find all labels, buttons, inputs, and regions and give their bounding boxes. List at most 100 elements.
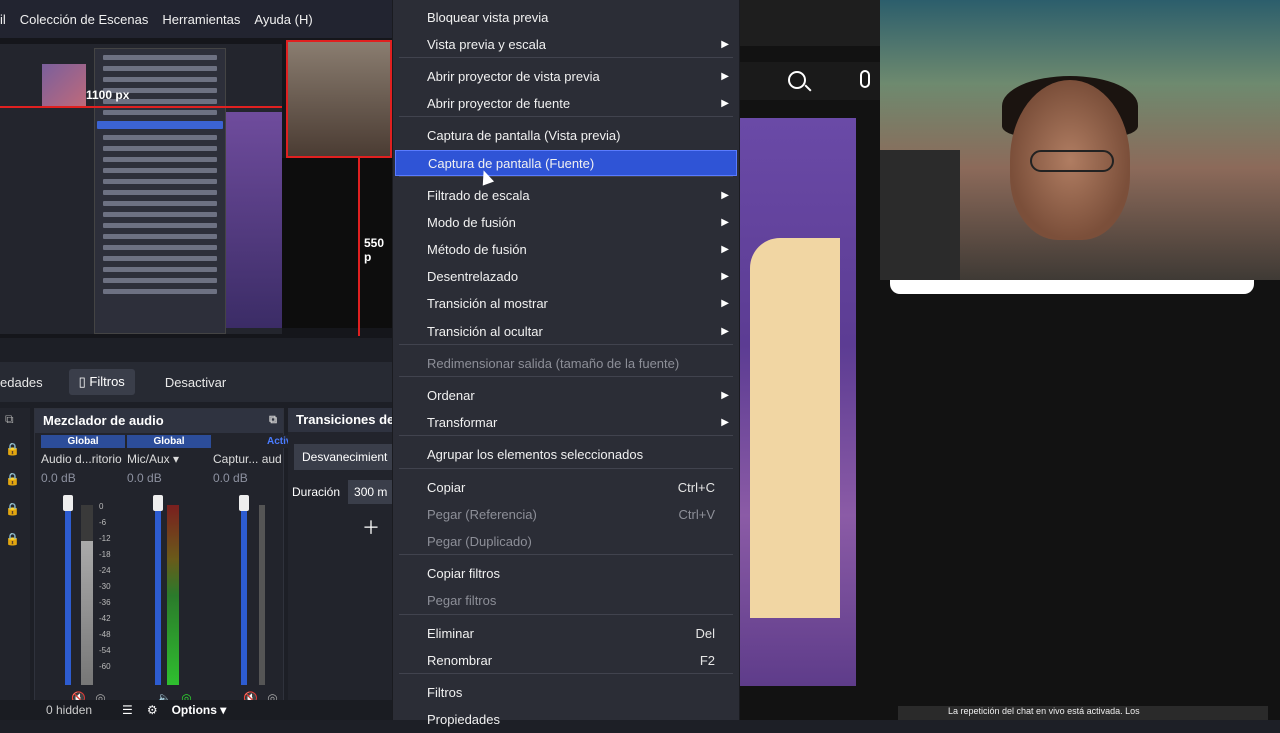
- chat-message-strip: [890, 280, 1254, 294]
- menu-tools[interactable]: Herramientas: [162, 12, 240, 27]
- deactivate-button[interactable]: Desactivar: [155, 369, 236, 396]
- duration-input[interactable]: 300 m: [348, 480, 394, 504]
- menu-item-label: Transición al mostrar: [427, 296, 548, 311]
- webcam-source[interactable]: [286, 40, 392, 158]
- volume-slider-track[interactable]: [65, 505, 71, 685]
- submenu-arrow-icon: ▶: [721, 217, 729, 228]
- menu-profile[interactable]: rfil: [0, 12, 6, 27]
- menu-item-label: Pegar (Referencia): [427, 507, 537, 522]
- cartoon-figure: [750, 238, 840, 618]
- submenu-arrow-icon: ▶: [721, 298, 729, 309]
- menu-item[interactable]: Modo de fusión ▶: [395, 210, 737, 236]
- dock-icon[interactable]: ⧉: [5, 412, 19, 426]
- menu-item[interactable]: Método de fusión ▶: [395, 237, 737, 263]
- menu-help[interactable]: Ayuda (H): [254, 12, 312, 27]
- menu-item-label: Transformar: [427, 415, 498, 430]
- menu-item[interactable]: Transición al ocultar ▶: [395, 319, 737, 345]
- menu-item[interactable]: Propiedades: [395, 707, 737, 733]
- menu-shortcut: Ctrl+V: [678, 507, 715, 522]
- volume-slider-track[interactable]: [155, 505, 161, 685]
- list-icon[interactable]: ☰: [122, 703, 133, 717]
- volume-meter: [167, 505, 179, 685]
- width-label: 1100 px: [86, 88, 130, 102]
- scene-lock-column: ⧉ 🔒 🔒 🔒 🔒: [0, 408, 30, 720]
- volume-slider-track[interactable]: [241, 505, 247, 685]
- add-transition-button[interactable]: ＋: [362, 514, 392, 540]
- channel-name[interactable]: Captur... aud: [213, 452, 297, 466]
- menu-shortcut: Ctrl+C: [677, 480, 715, 495]
- stream-viewer: La repetición del chat en vivo está acti…: [740, 0, 1280, 720]
- channel-db: 0.0 dB: [213, 471, 248, 485]
- filters-button[interactable]: ▯ Filtros: [68, 369, 135, 395]
- cartoon-video: [740, 118, 856, 686]
- menu-item-label: Filtros: [427, 685, 463, 700]
- options-dropdown[interactable]: Options ▾: [172, 703, 227, 717]
- menu-item[interactable]: Filtros: [395, 680, 737, 706]
- volume-slider-knob[interactable]: [63, 495, 73, 511]
- undock-icon[interactable]: ⧉: [269, 414, 277, 427]
- channel-name[interactable]: Audio d...ritorio ▾: [41, 452, 125, 466]
- menu-item[interactable]: Eliminar Del: [395, 621, 737, 647]
- lock-icon[interactable]: 🔒: [5, 532, 20, 546]
- menu-item: Pegar (Duplicado): [395, 529, 737, 555]
- submenu-arrow-icon: ▶: [721, 390, 729, 401]
- menu-item-label: Copiar: [427, 480, 466, 495]
- menu-item[interactable]: Filtrado de escala ▶: [395, 183, 737, 209]
- channel-header: Active: [213, 435, 297, 448]
- menu-item-label: Método de fusión: [427, 242, 527, 257]
- menu-item[interactable]: Abrir proyector de vista previa ▶: [395, 64, 737, 90]
- search-icon[interactable]: [788, 71, 806, 89]
- menu-item[interactable]: Desentrelazado ▶: [395, 264, 737, 290]
- menu-item[interactable]: Abrir proyector de fuente ▶: [395, 91, 737, 117]
- submenu-arrow-icon: ▶: [721, 244, 729, 255]
- lock-icon[interactable]: 🔒: [5, 472, 20, 486]
- submenu-arrow-icon: ▶: [721, 271, 729, 282]
- lock-icon[interactable]: 🔒: [5, 502, 20, 516]
- submenu-arrow-icon: ▶: [721, 98, 729, 109]
- menu-item[interactable]: Ordenar ▶: [395, 383, 737, 409]
- viewer-topbar: [740, 0, 880, 46]
- menu-item[interactable]: Agrupar los elementos seleccionados: [395, 442, 737, 468]
- volume-meter: [81, 505, 93, 685]
- volume-slider-knob[interactable]: [153, 495, 163, 511]
- search-bar[interactable]: [740, 62, 880, 100]
- microphone-icon[interactable]: [860, 70, 870, 88]
- properties-button[interactable]: edades: [0, 369, 53, 396]
- audio-mixer: Mezclador de audio ⧉ Global Audio d...ri…: [34, 408, 297, 720]
- menu-item-label: Renombrar: [427, 653, 493, 668]
- menu-item[interactable]: Vista previa y escala ▶: [395, 32, 737, 58]
- menu-item[interactable]: Bloquear vista previa: [395, 5, 737, 31]
- menu-item-label: Redimensionar salida (tamaño de la fuent…: [427, 356, 680, 371]
- channel-db: 0.0 dB: [127, 471, 162, 485]
- gear-icon[interactable]: ⚙: [147, 703, 158, 717]
- height-label: 550 p: [364, 236, 385, 264]
- lock-icon[interactable]: 🔒: [5, 442, 20, 456]
- menu-item-label: Captura de pantalla (Vista previa): [427, 128, 621, 143]
- menu-item[interactable]: Transición al mostrar ▶: [395, 291, 737, 317]
- menu-item[interactable]: Captura de pantalla (Fuente): [395, 150, 737, 176]
- channel-name[interactable]: Mic/Aux ▾: [127, 452, 211, 466]
- transition-select[interactable]: Desvanecimient: [294, 444, 392, 470]
- person-shirt: [880, 150, 960, 280]
- mixer-channel-capture: Active Captur... aud 0.0 dB 🔇 ◎: [213, 435, 297, 715]
- guide-line: [0, 106, 282, 108]
- duration-label: Duración: [292, 485, 341, 499]
- menu-item-label: Ordenar: [427, 388, 475, 403]
- menu-scene-collection[interactable]: Colección de Escenas: [20, 12, 149, 27]
- preview-canvas[interactable]: 1100 px 550 p: [0, 38, 392, 338]
- channel-header: Global: [127, 435, 211, 448]
- menu-item-label: Captura de pantalla (Fuente): [428, 156, 595, 171]
- menu-item-label: Agrupar los elementos seleccionados: [427, 447, 644, 462]
- menu-item-label: Eliminar: [427, 626, 474, 641]
- menu-item[interactable]: Captura de pantalla (Vista previa): [395, 123, 737, 149]
- guide-line-vertical: [358, 158, 360, 336]
- menu-item: Redimensionar salida (tamaño de la fuent…: [395, 351, 737, 377]
- menu-item[interactable]: Transformar ▶: [395, 410, 737, 436]
- channel-db: 0.0 dB: [41, 471, 76, 485]
- chat-replay-notice: La repetición del chat en vivo está acti…: [898, 706, 1268, 720]
- volume-slider-knob[interactable]: [239, 495, 249, 511]
- menu-item[interactable]: Renombrar F2: [395, 648, 737, 674]
- menu-item[interactable]: Copiar filtros: [395, 561, 737, 587]
- menu-item[interactable]: Copiar Ctrl+C: [395, 475, 737, 501]
- duration-row: Duración 300 m: [292, 480, 394, 504]
